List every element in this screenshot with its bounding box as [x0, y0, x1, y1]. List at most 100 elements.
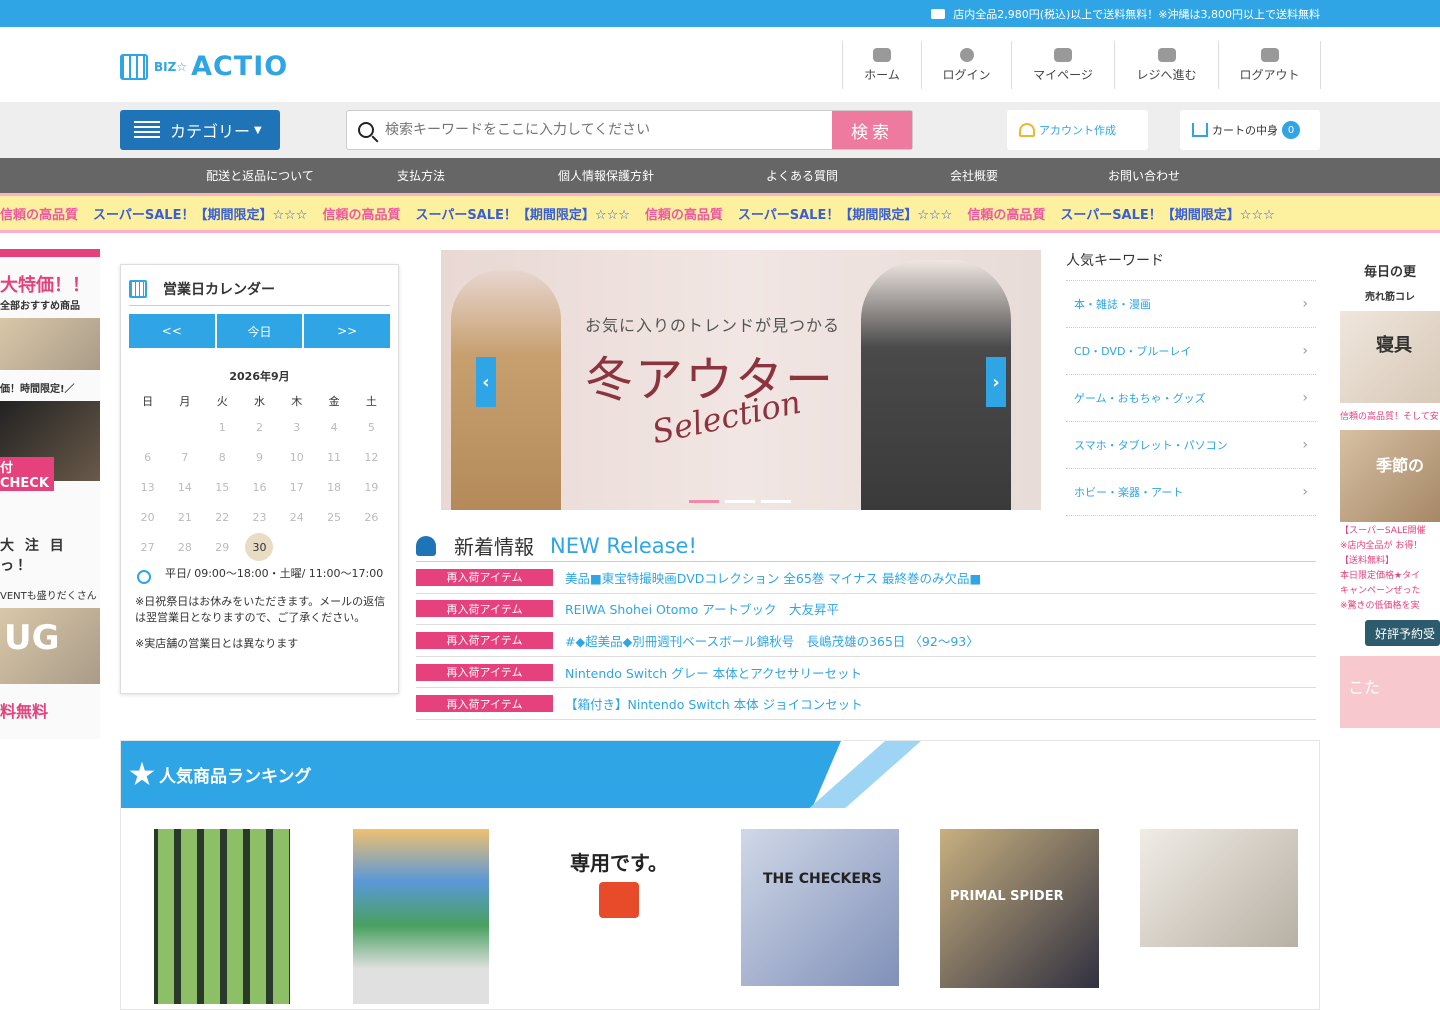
- news-row: 再入荷アイテム REIWA Shohei Otomo アートブック 大友昇平: [416, 594, 1316, 626]
- nav-home[interactable]: ホーム: [843, 41, 922, 89]
- hero-carousel[interactable]: お気に入りのトレンドが見つかる 冬アウター Selection ‹ ›: [441, 250, 1041, 510]
- calendar-month: 2026年9月: [229, 370, 290, 383]
- calendar-day: 29: [215, 540, 230, 554]
- calendar-day: 11: [327, 450, 342, 464]
- keyword-label: ホビー・楽器・アート: [1074, 486, 1184, 499]
- news-link[interactable]: 美品■東宝特撮映画DVDコレクション 全65巻 マイナス 最終巻のみ欠品■: [565, 568, 981, 587]
- calendar-today-button[interactable]: 今日: [216, 314, 303, 348]
- keyword-label: スマホ・タブレット・パソコン: [1074, 439, 1228, 452]
- nav-mypage[interactable]: マイページ: [1012, 41, 1115, 89]
- product-thumbnail[interactable]: THE CHECKERS: [741, 829, 899, 986]
- right-promo-strip[interactable]: 毎日の更 売れ筋コレ 寝具 信頼の高品質！そして安 季節の 【スーパーSALE開…: [1340, 255, 1440, 740]
- carousel-next-button[interactable]: ›: [986, 357, 1006, 407]
- calendar-day: 2: [255, 420, 263, 434]
- business-hours-text: 平日/ 09:00～18:00・土曜/ 11:00～17:00: [165, 567, 384, 580]
- calendar-day: 18: [327, 480, 342, 494]
- menu-icon: [134, 121, 160, 139]
- carousel-prev-button[interactable]: ‹: [476, 357, 496, 407]
- calendar-day: 27: [140, 540, 155, 554]
- business-calendar: 営業日カレンダー << 今日 >> 2026年9月 日月火水木金土1234567…: [120, 264, 399, 694]
- bell-icon: [416, 535, 436, 556]
- subnav-faq[interactable]: よくある質問: [730, 167, 874, 184]
- header-nav: ホーム ログイン マイページ レジへ進む ログアウト: [842, 41, 1321, 89]
- category-button[interactable]: カテゴリー ▼: [120, 110, 280, 150]
- popular-keywords-title: 人気キーワード: [1066, 246, 1316, 281]
- left-promo-check: 付CHECK: [0, 457, 54, 491]
- calendar-day: 16: [252, 480, 267, 494]
- calendar-icon: [129, 280, 147, 298]
- promo-line: 【送料無料】: [1340, 556, 1395, 566]
- search-box: 検索: [346, 110, 913, 150]
- cart-button[interactable]: カートの中身 0: [1180, 110, 1320, 150]
- news-link[interactable]: REIWA Shohei Otomo アートブック 大友昇平: [565, 599, 839, 618]
- calendar-day: 21: [177, 510, 192, 524]
- keyword-item[interactable]: スマホ・タブレット・パソコン ›: [1066, 422, 1316, 469]
- chevron-right-icon: ›: [1302, 343, 1308, 359]
- promo-line: 本日限定価格★タイ: [1340, 571, 1421, 581]
- carousel-dot[interactable]: [689, 500, 719, 503]
- news-title-en: NEW Release!: [550, 533, 697, 558]
- ranking-header: 人気商品ランキング: [121, 741, 841, 808]
- promo-line: キャンペーンぜった: [1340, 586, 1421, 596]
- product-thumbnail[interactable]: [154, 829, 290, 1004]
- search-button[interactable]: 検索: [832, 111, 912, 149]
- nav-logout[interactable]: ログアウト: [1219, 41, 1321, 89]
- product-thumbnail[interactable]: [1140, 829, 1298, 947]
- calendar-day: 15: [215, 480, 230, 494]
- news-link[interactable]: 【箱付き】Nintendo Switch 本体 ジョイコンセット: [565, 694, 863, 713]
- category-label: カテゴリー: [170, 122, 251, 141]
- calendar-day: 13: [140, 480, 155, 494]
- calendar-day: 9: [255, 450, 263, 464]
- ranking-section: 人気商品ランキング 専用です。 THE CHECKERS PRIMAL SPID…: [120, 740, 1320, 1010]
- shop-icon: [120, 53, 148, 80]
- news-link[interactable]: #◆超美品◆別冊週刊ベースボール錦秋号 長嶋茂雄の365日 〈92～93〉: [565, 631, 979, 650]
- promo-image-text: 寝具: [1376, 335, 1412, 356]
- promo-banner[interactable]: 信頼の高品質 スーパーSALE！【期間限定】☆☆☆ 信頼の高品質 スーパーSAL…: [0, 193, 1440, 233]
- nav-login[interactable]: ログイン: [922, 41, 1012, 89]
- news-row: 再入荷アイテム #◆超美品◆別冊週刊ベースボール錦秋号 長嶋茂雄の365日 〈92…: [416, 625, 1316, 657]
- restock-tag: 再入荷アイテム: [416, 568, 553, 586]
- site-logo[interactable]: BIZ☆ ACTIO: [120, 51, 288, 82]
- subnav-company[interactable]: 会社概要: [874, 167, 1074, 184]
- keyword-item[interactable]: ホビー・楽器・アート ›: [1066, 469, 1316, 516]
- carousel-dot[interactable]: [761, 500, 791, 503]
- right-promo-title: 毎日の更: [1363, 265, 1416, 280]
- banner-text: 信頼の高品質: [967, 207, 1046, 223]
- subnav-payment[interactable]: 支払方法: [360, 167, 482, 184]
- left-promo-title: 大特価！！: [0, 275, 90, 296]
- thumbnail-text: PRIMAL SPIDER: [950, 889, 1064, 904]
- calendar-prev-button[interactable]: <<: [129, 314, 215, 348]
- search-row: カテゴリー ▼ 検索 アカウント作成 カートの中身 0: [0, 102, 1440, 158]
- restock-tag: 再入荷アイテム: [416, 663, 553, 681]
- calendar-day: 6: [144, 450, 152, 464]
- chevron-right-icon: ›: [1302, 437, 1308, 453]
- product-thumbnail[interactable]: PRIMAL SPIDER: [940, 829, 1099, 988]
- promo-image: 季節の: [1340, 430, 1440, 522]
- keyword-item[interactable]: ゲーム・おもちゃ・グッズ ›: [1066, 375, 1316, 422]
- chevron-right-icon: ›: [1302, 296, 1308, 312]
- calendar-day: 26: [364, 510, 379, 524]
- preorder-button[interactable]: 好評予約受: [1365, 620, 1440, 646]
- carousel-dots: [689, 500, 791, 503]
- subnav-privacy[interactable]: 個人情報保護方針: [482, 167, 730, 184]
- logout-icon: [1260, 47, 1279, 62]
- calendar-day: [353, 532, 390, 562]
- subnav-shipping[interactable]: 配送と返品について: [160, 167, 360, 184]
- product-thumbnail[interactable]: [353, 829, 489, 1004]
- cart-label: カートの中身: [1212, 124, 1278, 137]
- keyword-item[interactable]: CD・DVD・ブルーレイ ›: [1066, 328, 1316, 375]
- search-input[interactable]: [385, 111, 832, 149]
- nav-checkout[interactable]: レジへ進む: [1115, 41, 1219, 89]
- carousel-dot[interactable]: [725, 500, 755, 503]
- nav-label: レジへ進む: [1136, 67, 1197, 82]
- banner-text: 信頼の高品質: [0, 207, 79, 223]
- left-promo-strip[interactable]: 大特価！！ 全部おすすめ商品 価！時間限定!／ 付CHECK 大 注 目 っ！ …: [0, 249, 100, 739]
- calendar-next-button[interactable]: >>: [304, 314, 391, 348]
- keyword-item[interactable]: 本・雑誌・漫画 ›: [1066, 281, 1316, 328]
- create-account-button[interactable]: アカウント作成: [1007, 110, 1148, 150]
- nav-label: マイページ: [1033, 67, 1093, 82]
- keyword-label: 本・雑誌・漫画: [1074, 298, 1151, 311]
- product-thumbnail[interactable]: 専用です。: [551, 829, 687, 949]
- subnav-contact[interactable]: お問い合わせ: [1074, 167, 1214, 184]
- news-link[interactable]: Nintendo Switch グレー 本体とアクセサリーセット: [565, 663, 862, 682]
